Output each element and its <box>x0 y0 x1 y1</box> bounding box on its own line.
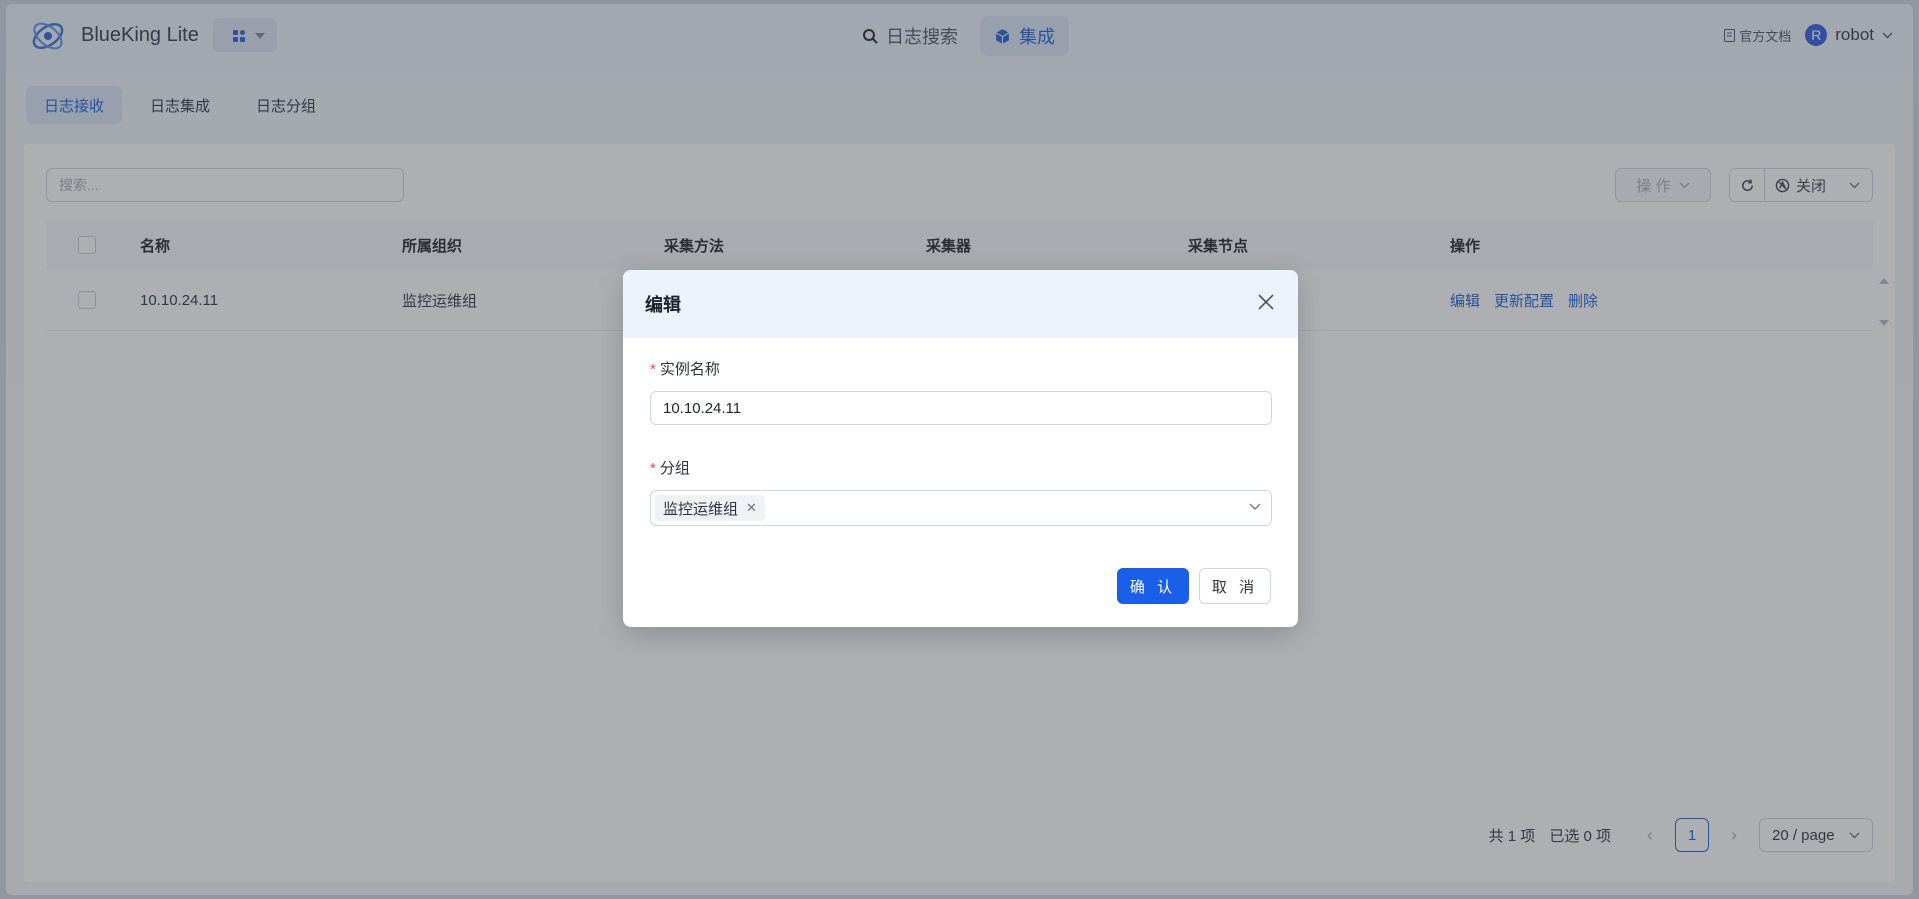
modal-header: 编辑 <box>623 270 1298 338</box>
instance-name-label: * 实例名称 <box>650 358 1272 379</box>
instance-name-label-text: 实例名称 <box>659 361 720 378</box>
edit-form: * 实例名称 10.10.24.11 * 分组 监控运维组 ✕ <box>650 358 1272 526</box>
tag-remove-icon[interactable]: ✕ <box>746 500 757 516</box>
group-tag: 监控运维组 ✕ <box>655 495 765 521</box>
modal-title: 编辑 <box>645 295 681 315</box>
group-tag-label: 监控运维组 <box>663 500 739 518</box>
cancel-button[interactable]: 取 消 <box>1199 568 1271 604</box>
required-mark: * <box>650 361 656 378</box>
group-label: * 分组 <box>650 457 1272 478</box>
confirm-button[interactable]: 确 认 <box>1117 568 1189 604</box>
instance-name-input[interactable]: 10.10.24.11 <box>650 391 1272 425</box>
close-icon[interactable] <box>1256 292 1276 312</box>
instance-name-value: 10.10.24.11 <box>663 399 742 417</box>
required-mark: * <box>650 460 656 477</box>
modal-footer: 确 认 取 消 <box>1117 568 1271 604</box>
chevron-down-icon <box>1249 503 1261 510</box>
edit-modal: 编辑 * 实例名称 10.10.24.11 * 分组 监控运维组 ✕ 确 认 取 消 <box>623 270 1298 627</box>
group-label-text: 分组 <box>659 460 690 477</box>
group-select[interactable]: 监控运维组 ✕ <box>650 490 1272 526</box>
